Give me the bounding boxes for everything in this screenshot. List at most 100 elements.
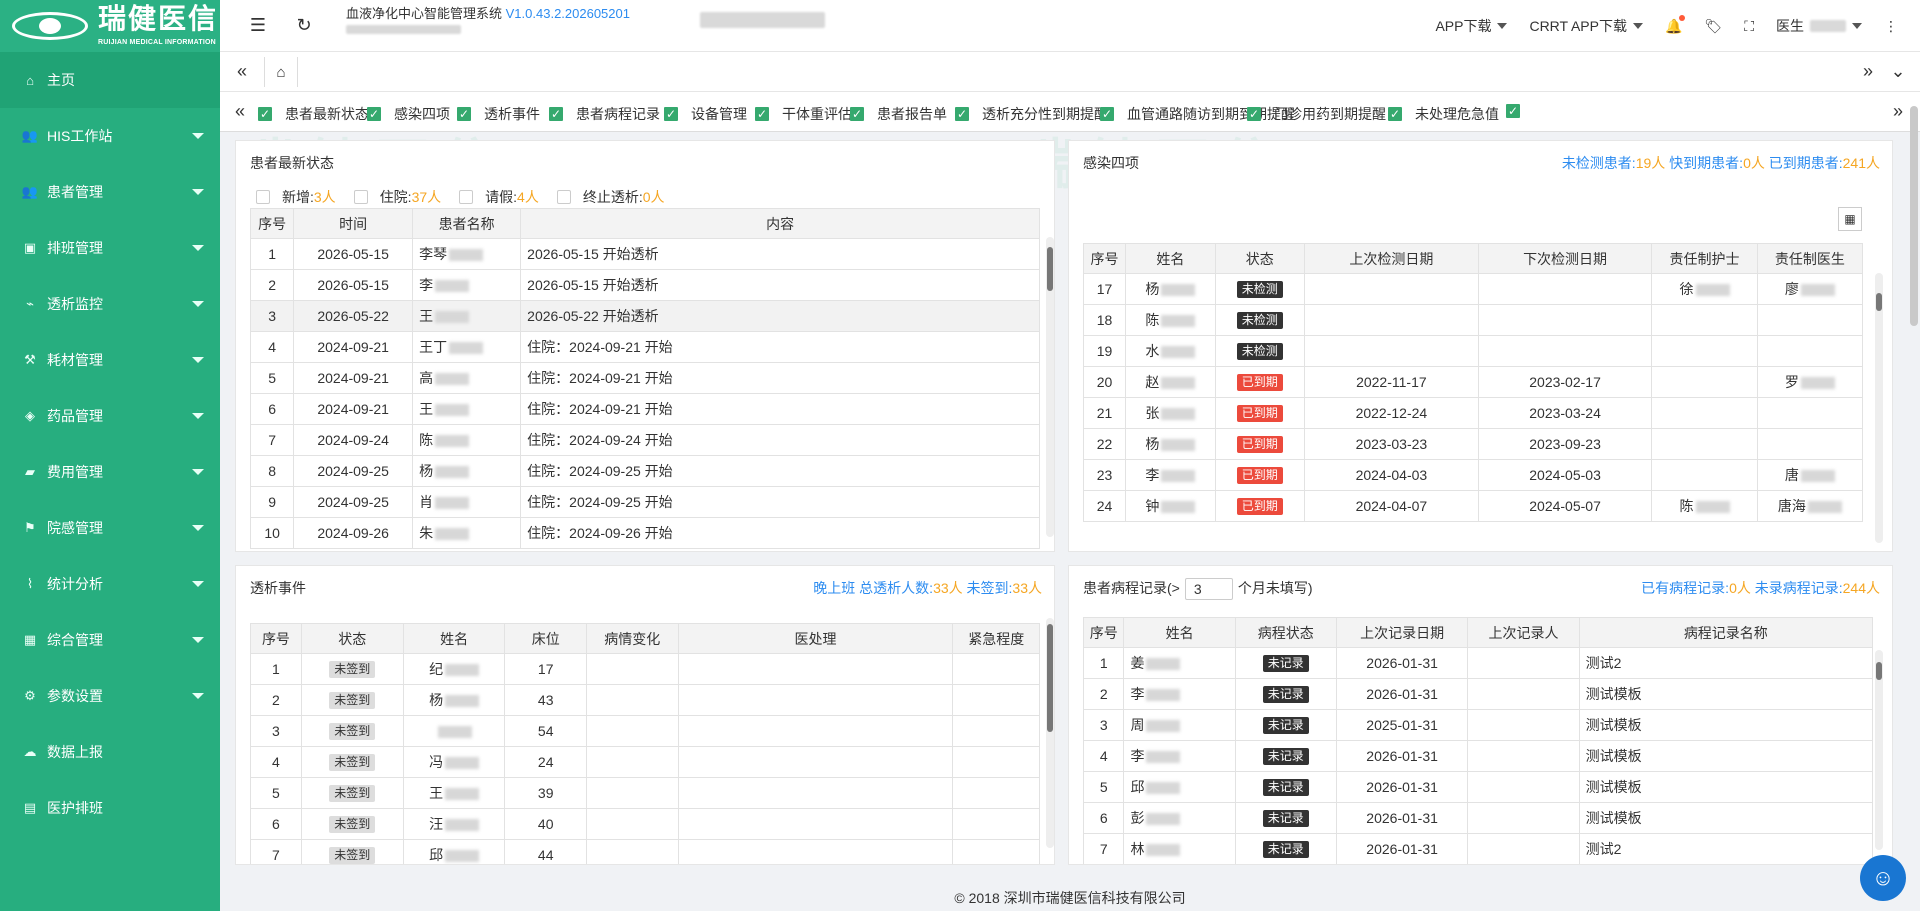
table-row[interactable]: 2 2026-05-15 李 2026-05-15 开始透析 <box>249 269 1040 301</box>
page-scrollbar[interactable] <box>1910 106 1918 326</box>
chat-button[interactable]: ☺ <box>1860 855 1906 901</box>
sidebar-item-1[interactable]: 👥 HIS工作站 <box>0 108 220 164</box>
table-row[interactable]: 22 杨 已到期 2023-03-23 2023-09-23 <box>1082 428 1864 460</box>
counter-checkbox[interactable] <box>353 190 368 204</box>
sidebar-item-11[interactable]: ⚙ 参数设置 <box>0 668 220 724</box>
table-row[interactable]: 4 2024-09-21 王丁 住院：2024-09-21 开始 <box>249 331 1040 363</box>
column-header[interactable]: 序号 <box>1082 617 1125 648</box>
table-row[interactable]: 23 李 已到期 2024-04-03 2024-05-03 唐 <box>1082 459 1864 491</box>
column-header[interactable]: 状态 <box>300 623 404 654</box>
sidebar-item-4[interactable]: ⌁ 透析监控 <box>0 276 220 332</box>
column-header[interactable]: 状态 <box>1214 243 1306 274</box>
table-row[interactable]: 21 张 已到期 2022-12-24 2023-03-24 <box>1082 397 1864 429</box>
table-row[interactable]: 2 李 未记录 2026-01-31 测试模板 <box>1082 678 1874 710</box>
column-header[interactable]: 序号 <box>1082 243 1127 274</box>
table-row[interactable]: 7 未签到 邱 44 <box>250 839 1040 864</box>
table-row[interactable]: 19 水 未检测 <box>1082 335 1864 367</box>
table-row[interactable]: 10 2024-09-26 朱 住院：2024-09-26 开始 <box>249 517 1040 549</box>
infection-scrollbar[interactable] <box>1875 273 1883 543</box>
table-row[interactable]: 5 未签到 王 39 <box>250 777 1040 809</box>
column-header[interactable]: 患者名称 <box>412 208 522 239</box>
column-header[interactable]: 时间 <box>293 208 414 239</box>
sidebar-item-7[interactable]: ▰ 费用管理 <box>0 444 220 500</box>
app-download-button[interactable]: APP下载 <box>1435 16 1508 36</box>
counter-checkbox[interactable] <box>556 190 571 204</box>
months-input[interactable]: 3 <box>1184 578 1233 601</box>
latest-status-scrollbar[interactable] <box>1046 237 1054 537</box>
filter-checkbox-9[interactable]: ✓ 门诊用药到期提醒 <box>1247 104 1386 124</box>
sidebar-item-8[interactable]: ⚑ 院感管理 <box>0 500 220 556</box>
user-menu[interactable]: 医生 <box>1776 16 1862 36</box>
column-header[interactable]: 内容 <box>520 208 1040 239</box>
column-header[interactable]: 紧急程度 <box>952 623 1040 654</box>
tabs-scroll-left-button[interactable]: « <box>230 59 254 83</box>
table-row[interactable]: 17 杨 未检测 徐 廖 <box>1082 273 1864 305</box>
menu-collapse-button[interactable]: ☰ <box>240 8 276 44</box>
filter-scroll-right-button[interactable]: » <box>1886 99 1910 123</box>
fullscreen-button[interactable]: ⛶ <box>1744 18 1754 35</box>
column-header[interactable]: 上次记录日期 <box>1335 617 1469 648</box>
course-records-scrollbar[interactable] <box>1875 650 1883 850</box>
tabs-menu-button[interactable]: ⌄ <box>1886 59 1910 83</box>
filter-checkbox-11[interactable]: ✓ <box>1506 104 1533 118</box>
table-row[interactable]: 3 2026-05-22 王 2026-05-22 开始透析 <box>249 300 1040 332</box>
counter-checkbox[interactable] <box>256 190 270 204</box>
table-row[interactable]: 7 2024-09-24 陈 住院：2024-09-24 开始 <box>249 424 1040 456</box>
column-header[interactable]: 下次检测日期 <box>1477 243 1653 274</box>
column-header[interactable]: 姓名 <box>1125 243 1216 274</box>
column-header[interactable]: 医处理 <box>677 623 954 654</box>
sidebar-item-6[interactable]: ◈ 药品管理 <box>0 388 220 444</box>
table-row[interactable]: 1 2026-05-15 李琴 2026-05-15 开始透析 <box>249 238 1040 270</box>
table-row[interactable]: 18 陈 未检测 <box>1082 304 1864 336</box>
column-settings-button[interactable]: ▦ <box>1838 207 1862 231</box>
filter-checkbox-6[interactable]: ✓ 患者报告单 <box>850 104 947 124</box>
column-header[interactable]: 上次记录人 <box>1467 617 1580 648</box>
column-header[interactable]: 病情变化 <box>585 623 679 654</box>
column-header[interactable]: 姓名 <box>1123 617 1236 648</box>
column-header[interactable]: 病程状态 <box>1234 617 1337 648</box>
column-header[interactable]: 姓名 <box>402 623 506 654</box>
table-row[interactable]: 4 未签到 冯 24 <box>250 746 1040 778</box>
table-row[interactable]: 20 赵 已到期 2022-11-17 2023-02-17 罗 <box>1082 366 1864 398</box>
filter-checkbox-0[interactable]: ✓ 患者最新状态 <box>258 104 369 124</box>
filter-checkbox-2[interactable]: ✓ 透析事件 <box>457 104 540 124</box>
table-row[interactable]: 1 未签到 纪 17 <box>250 653 1040 685</box>
filter-scroll-left-button[interactable]: « <box>228 99 252 123</box>
table-row[interactable]: 5 2024-09-21 高 住院：2024-09-21 开始 <box>249 362 1040 394</box>
filter-checkbox-5[interactable]: ✓ 干体重评估 <box>755 104 852 124</box>
table-row[interactable]: 3 周 未记录 2025-01-31 测试模板 <box>1082 709 1874 741</box>
sidebar-item-5[interactable]: ⚒ 耗材管理 <box>0 332 220 388</box>
filter-checkbox-1[interactable]: ✓ 感染四项 <box>367 104 450 124</box>
column-header[interactable]: 上次检测日期 <box>1304 243 1479 274</box>
table-row[interactable]: 9 2024-09-25 肖 住院：2024-09-25 开始 <box>249 486 1040 518</box>
column-header[interactable]: 责任制护士 <box>1651 243 1758 274</box>
sidebar-item-13[interactable]: ▤ 医护排班 <box>0 780 220 836</box>
filter-checkbox-10[interactable]: ✓ 未处理危急值 <box>1388 104 1499 124</box>
sidebar-item-3[interactable]: ▣ 排班管理 <box>0 220 220 276</box>
dialysis-events-scrollbar[interactable] <box>1046 618 1054 848</box>
table-row[interactable]: 6 2024-09-21 王 住院：2024-09-21 开始 <box>249 393 1040 425</box>
table-row[interactable]: 24 钟 已到期 2024-04-07 2024-05-07 陈 唐海 <box>1082 490 1864 522</box>
tabs-scroll-right-button[interactable]: » <box>1856 59 1880 83</box>
table-row[interactable]: 4 李 未记录 2026-01-31 测试模板 <box>1082 740 1874 772</box>
table-row[interactable]: 2 未签到 杨 43 <box>250 684 1040 716</box>
filter-checkbox-7[interactable]: ✓ 透析充分性到期提醒 <box>955 104 1108 124</box>
more-button[interactable]: ⋮ <box>1884 18 1898 35</box>
column-header[interactable]: 病程记录名称 <box>1578 617 1874 648</box>
table-row[interactable]: 6 彭 未记录 2026-01-31 测试模板 <box>1082 802 1874 834</box>
table-row[interactable]: 6 未签到 汪 40 <box>250 808 1040 840</box>
table-row[interactable]: 1 姜 未记录 2026-01-31 测试2 <box>1082 647 1874 679</box>
tab-home[interactable]: ⌂ <box>264 57 298 87</box>
table-row[interactable]: 3 未签到 54 <box>250 715 1040 747</box>
sidebar-item-12[interactable]: ☁ 数据上报 <box>0 724 220 780</box>
table-row[interactable]: 5 邱 未记录 2026-01-31 测试模板 <box>1082 771 1874 803</box>
column-header[interactable]: 序号 <box>249 208 295 239</box>
table-row[interactable]: 8 2024-09-25 杨 住院：2024-09-25 开始 <box>249 455 1040 487</box>
sidebar-item-2[interactable]: 👥 患者管理 <box>0 164 220 220</box>
crrt-download-button[interactable]: CRRT APP下载 <box>1529 16 1643 36</box>
tag-button[interactable]: 🏷 <box>1704 18 1722 35</box>
sidebar-item-9[interactable]: ⌇ 统计分析 <box>0 556 220 612</box>
column-header[interactable]: 床位 <box>504 623 587 654</box>
sidebar-item-0[interactable]: ⌂ 主页 <box>0 52 220 108</box>
filter-checkbox-3[interactable]: ✓ 患者病程记录 <box>549 104 660 124</box>
